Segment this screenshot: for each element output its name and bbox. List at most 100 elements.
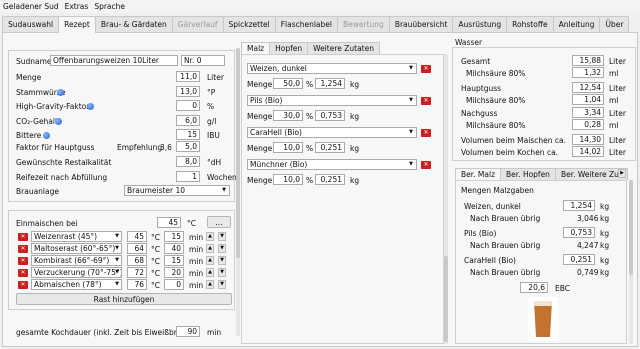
rast-type-select[interactable]: Abmaischen (78°) ▼ [31,279,122,290]
move-up-icon[interactable]: ▲ [206,244,214,253]
rast-temp-input[interactable]: 68 [127,255,147,266]
tab-ber-weitere[interactable]: Ber. Weitere Zut [554,168,628,180]
move-down-icon[interactable]: ▼ [218,280,226,289]
move-up-icon[interactable]: ▲ [206,280,214,289]
rast-hinzufuegen-button[interactable]: Rast hinzufügen [16,293,232,305]
restalk-input[interactable]: 8,0 [176,156,200,167]
tab-brauuebersicht[interactable]: Brauübersicht [388,16,454,32]
rast-type-select[interactable]: Kombirast (66°-69°) ▼ [31,255,122,266]
delete-rast-button[interactable]: ✕ [18,233,28,241]
info-icon[interactable] [87,103,94,110]
malz-pct-unit: % [306,112,314,121]
left-scrollbar-thumb[interactable] [236,48,240,258]
rast-duration-input[interactable]: 15 [164,231,184,242]
field-input[interactable]: 15 [176,129,200,140]
tab-rezept[interactable]: Rezept [58,16,96,33]
sudname-input[interactable]: Offenbarungsweizen 10Liter [50,55,178,66]
delete-malz-button[interactable]: ✕ [421,97,431,105]
tab-ber-hopfen[interactable]: Ber. Hopfen [500,168,556,180]
tab-spickzettel[interactable]: Spickzettel [222,16,276,32]
rast-duration-input[interactable]: 20 [164,267,184,278]
delete-rast-button[interactable]: ✕ [18,269,28,277]
field-input[interactable]: 11,0 [176,71,200,82]
tab-ber-malz[interactable]: Ber. Malz [455,168,502,180]
einmaischen-input[interactable]: 45 [157,217,181,228]
rast-duration-input[interactable]: 15 [164,255,184,266]
rast-temp-input[interactable]: 45 [127,231,147,242]
tab-rohstoffe[interactable]: Rohstoffe [506,16,554,32]
delete-rast-button[interactable]: ✕ [18,245,28,253]
rast-temp-input[interactable]: 76 [127,279,147,290]
move-up-icon[interactable]: ▲ [206,268,214,277]
wasser-label: Volumen beim Kochen ca. [461,148,559,157]
rast-temp-input[interactable]: 72 [127,267,147,278]
malz-pct-input[interactable]: 50,0 [273,78,303,89]
rast-duration-input[interactable]: 0 [164,279,184,290]
ber-malz-kg: 1,254 [563,200,595,211]
tab-ausruestung[interactable]: Ausrüstung [452,16,508,32]
malz-scrollbar-thumb[interactable] [444,256,448,342]
malz-kg-input[interactable]: 0,753 [315,110,345,121]
malz-kg-input[interactable]: 1,254 [315,78,345,89]
einmaischen-more-button[interactable]: ... [207,216,231,228]
move-down-icon[interactable]: ▼ [218,244,226,253]
tab-bewertung[interactable]: Bewertung [337,16,390,32]
menu-sprache[interactable]: Sprache [94,0,125,13]
tab-brau-gaerdaten[interactable]: Brau- & Gärdaten [94,16,173,32]
malz-select[interactable]: Weizen, dunkel ▼ [247,63,417,74]
tab-gaerverlauf[interactable]: Gärverlauf [171,16,224,32]
malz-kg-input[interactable]: 0,251 [315,174,345,185]
malz-select[interactable]: Pils (Bio) ▼ [247,95,417,106]
hopfen-faktor-input[interactable]: 5,0 [176,141,200,152]
wasser-label: Milchsäure 80% [466,69,526,78]
move-down-icon[interactable]: ▼ [218,232,226,241]
info-icon[interactable] [57,89,64,96]
info-icon[interactable] [55,118,62,125]
right-scrollbar-thumb[interactable] [629,180,633,275]
delete-rast-button[interactable]: ✕ [18,281,28,289]
malz-select[interactable]: CaraHell (Bio) ▼ [247,127,417,138]
malz-kg-unit: kg [350,80,360,89]
tab-hopfen[interactable]: Hopfen [269,42,309,54]
field-input[interactable]: 6,0 [176,115,200,126]
tab-anleitung[interactable]: Anleitung [552,16,601,32]
rast-type-select[interactable]: Weizenrast (45°) ▼ [31,231,122,242]
menu-extras[interactable]: Extras [65,0,89,13]
delete-malz-button[interactable]: ✕ [421,129,431,137]
menu-geladener-sud[interactable]: Geladener Sud [3,0,59,13]
brauanlage-select[interactable]: Braumeister 10 ▼ [124,185,230,196]
tab-ueber[interactable]: Über [599,16,630,32]
ber-rest-unit: kg [600,214,610,223]
tab-malz[interactable]: Malz [241,42,271,54]
move-down-icon[interactable]: ▼ [218,268,226,277]
malz-pct-input[interactable]: 30,0 [273,110,303,121]
tab-sudauswahl[interactable]: Sudauswahl [2,16,60,32]
malz-pct-input[interactable]: 10,0 [273,174,303,185]
ber-malz-name: CaraHell (Bio) [464,256,516,265]
rast-type-select[interactable]: Verzuckerung (70°-75°) ▼ [31,267,122,278]
delete-malz-button[interactable]: ✕ [421,161,431,169]
move-up-icon[interactable]: ▲ [206,256,214,265]
malz-name: Münchner (Bio) [250,160,308,169]
field-input[interactable]: 0 [176,100,200,111]
delete-rast-button[interactable]: ✕ [18,257,28,265]
nr-select[interactable]: Nr. 0 [181,55,225,66]
malz-pct-input[interactable]: 10,0 [273,142,303,153]
move-up-icon[interactable]: ▲ [206,232,214,241]
delete-malz-button[interactable]: ✕ [421,65,431,73]
rast-type-select[interactable]: Maltoserast (60°-65°) ▼ [31,243,122,254]
tab-scroll-right-icon[interactable]: ▶ [618,169,626,178]
malz-kg-input[interactable]: 0,251 [315,142,345,153]
rast-duration-input[interactable]: 40 [164,243,184,254]
rast-temp-input[interactable]: 64 [127,243,147,254]
kochdauer-input[interactable]: 90 [176,326,200,337]
reife-input[interactable]: 1 [176,171,200,182]
info-icon[interactable] [43,132,50,139]
tab-flaschenlabel[interactable]: Flaschenlabel [274,16,338,32]
ber-malz-name: Pils (Bio) [464,229,497,238]
tab-weitere-zutaten[interactable]: Weitere Zutaten [307,42,380,54]
malz-select[interactable]: Münchner (Bio) ▼ [247,159,417,170]
move-down-icon[interactable]: ▼ [218,256,226,265]
malz-pct-unit: % [306,80,314,89]
field-input[interactable]: 13,0 [176,86,200,97]
